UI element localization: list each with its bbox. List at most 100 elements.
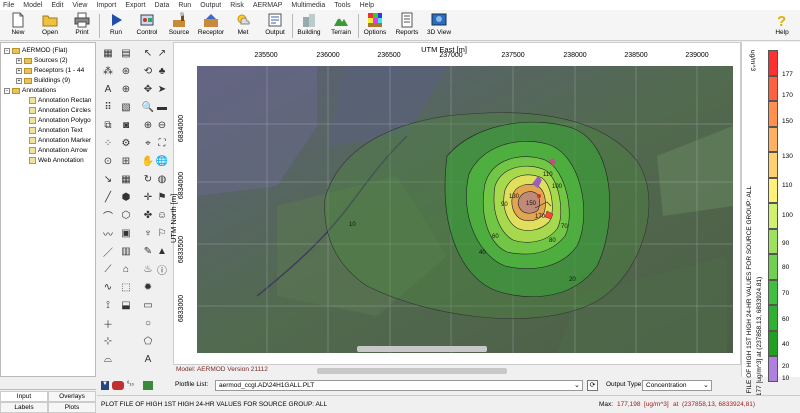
polyline-icon[interactable]: 〰 — [101, 226, 115, 241]
box-icon[interactable]: ▣ — [119, 226, 133, 240]
tree-node-web-annotation[interactable]: Web Annotation — [29, 156, 84, 165]
menu-aermap[interactable]: AERMAP — [253, 2, 283, 9]
horizontal-scrollbar[interactable] — [357, 346, 487, 352]
contour-levels-icon[interactable]: ⁶₁₀ — [127, 381, 134, 387]
measure-distance-icon[interactable]: ↘ — [101, 172, 115, 186]
tag-icon[interactable]: ⚐ — [155, 226, 169, 240]
output-type-dropdown-icon[interactable]: ⌄ — [703, 381, 709, 389]
control-button[interactable]: Control — [131, 12, 163, 40]
stack-icon[interactable]: ▥ — [119, 244, 133, 258]
menu-import[interactable]: Import — [96, 2, 116, 9]
cube-icon[interactable]: ⬢ — [119, 190, 133, 204]
menu-model[interactable]: Model — [23, 2, 42, 9]
tree-node-annotation-text[interactable]: Annotation Text — [29, 126, 83, 135]
expand-icon[interactable]: + — [16, 67, 22, 74]
receptor-point-icon[interactable]: ⊙ — [101, 154, 115, 168]
tree-node-buildings[interactable]: + Buildings (9) — [16, 76, 70, 85]
expand-icon[interactable]: + — [16, 57, 22, 64]
collapse-icon[interactable]: − — [4, 87, 10, 94]
pan-icon[interactable]: ✥ — [141, 82, 155, 96]
scatter-icon[interactable]: ⁘ — [101, 136, 115, 150]
rotate-icon[interactable]: ⟲ — [141, 64, 155, 78]
arrow-tool-icon[interactable]: ↗ — [155, 46, 169, 60]
line-source-icon[interactable]: ╱ — [101, 190, 115, 204]
arc-icon[interactable]: ⌓ — [101, 352, 115, 366]
menu-run[interactable]: Run — [178, 2, 191, 9]
reports-button[interactable]: Reports — [391, 12, 423, 40]
hand-icon[interactable]: ✋ — [141, 154, 155, 168]
polygon-icon[interactable]: ⬠ — [141, 334, 155, 348]
menu-view[interactable]: View — [72, 2, 87, 9]
camera-icon[interactable]: ◙ — [119, 118, 133, 132]
select-pointer-icon[interactable]: ↖ — [141, 46, 155, 60]
globe-icon[interactable]: 🌐 — [155, 154, 169, 168]
text-tool-icon[interactable]: A — [141, 352, 155, 366]
map-canvas[interactable]: 10 20 40 60 70 80 90 100 110 130 150 170 — [197, 66, 733, 353]
wind-rose-icon[interactable]: ✤ — [141, 208, 155, 222]
info-icon[interactable]: ⓘ — [155, 262, 169, 277]
menu-multimedia[interactable]: Multimedia — [291, 2, 325, 9]
menu-risk[interactable]: Risk — [230, 2, 244, 9]
new-button[interactable]: New — [2, 12, 34, 40]
tree-node-annotation-rectangles[interactable]: Annotation Rectan — [29, 96, 91, 105]
tree-node-annotation-arrows[interactable]: Annotation Arrow — [29, 146, 88, 155]
source-button[interactable]: Source — [163, 12, 195, 40]
menu-output[interactable]: Output — [200, 2, 221, 9]
run-button[interactable]: Run — [100, 12, 132, 40]
zoom-extent-icon[interactable]: ⌖ — [141, 136, 155, 150]
grid-tool-icon[interactable]: ▦ — [101, 46, 115, 60]
building-tool-icon[interactable]: ⬡ — [119, 208, 133, 222]
area-source-icon[interactable]: ⌒ — [101, 208, 115, 223]
paint-icon[interactable]: ✹ — [141, 280, 155, 294]
move-icon[interactable]: ✛ — [141, 190, 155, 204]
tree-icon[interactable]: ♣ — [155, 64, 169, 78]
full-extent-icon[interactable]: ⛶ — [155, 136, 169, 150]
layer-toggle-icon[interactable] — [112, 381, 124, 390]
line-segment-icon[interactable]: ⟋ — [101, 262, 115, 276]
open-button[interactable]: Open — [34, 12, 66, 40]
line-tool-icon[interactable]: ／ — [101, 244, 115, 259]
overlay-icon[interactable]: ⬓ — [119, 298, 133, 312]
rectangle-icon[interactable]: ▭ — [141, 298, 155, 312]
tree-node-annotations[interactable]: − Annotations — [4, 86, 56, 95]
menu-export[interactable]: Export — [125, 2, 145, 9]
tree-node-annotation-circles[interactable]: Annotation Circles — [29, 106, 91, 115]
tree-node-annotation-polygons[interactable]: Annotation Polygo — [29, 116, 91, 125]
3d-view-button[interactable]: 3D View — [423, 12, 455, 40]
cluster-icon[interactable]: ⁂ — [101, 64, 115, 78]
print-button[interactable]: Print — [66, 12, 98, 40]
tab-labels[interactable]: Labels — [0, 402, 48, 413]
terrain-button[interactable]: Terrain — [325, 12, 357, 40]
refresh-icon[interactable]: ↻ — [141, 172, 155, 186]
zoom-in-icon[interactable]: ⊕ — [141, 118, 155, 132]
butterfly-icon[interactable]: ♆ — [141, 226, 155, 240]
menu-data[interactable]: Data — [155, 2, 170, 9]
plus-icon[interactable]: ＋ — [101, 316, 115, 331]
expand-icon[interactable]: + — [16, 77, 22, 84]
point-grid-icon[interactable]: ⠿ — [101, 100, 115, 114]
tab-plots[interactable]: Plots — [48, 402, 96, 413]
target-icon[interactable]: ⊛ — [119, 64, 133, 78]
collapse-icon[interactable]: − — [4, 47, 10, 54]
building-3d-icon[interactable]: ⌂ — [119, 262, 133, 276]
plotfile-dropdown-icon[interactable]: ⌄ — [574, 381, 580, 389]
north-arrow-icon[interactable]: ➤ — [155, 82, 169, 96]
menu-help[interactable]: Help — [360, 2, 374, 9]
output-type-select[interactable]: Concentration — [642, 380, 712, 391]
tree-node-sources[interactable]: + Sources (2) — [16, 56, 68, 65]
options-button[interactable]: Options — [359, 12, 391, 40]
table-cells-icon[interactable]: ▦ — [119, 172, 133, 186]
text-box-icon[interactable]: A — [101, 82, 115, 96]
person-icon[interactable]: ☺ — [155, 208, 169, 222]
receptor-button[interactable]: Receptor — [195, 12, 227, 40]
vertex-icon[interactable]: ⟟ — [101, 298, 115, 312]
refresh-plot-icon[interactable]: ⟳ — [587, 380, 598, 391]
tree-node-root[interactable]: − AERMOD (Flat) — [4, 46, 68, 55]
menu-tools[interactable]: Tools — [334, 2, 350, 9]
help-button[interactable]: ? Help — [766, 12, 798, 40]
plotfile-select[interactable]: aermod_ccgl.AD\24H1GALL.PLT — [215, 380, 583, 391]
table-tool-icon[interactable]: ▤ — [119, 46, 133, 60]
output-button[interactable]: Output — [259, 12, 291, 40]
zoom-out-icon[interactable]: ⊖ — [155, 118, 169, 132]
map-layer-icon[interactable] — [143, 381, 153, 390]
